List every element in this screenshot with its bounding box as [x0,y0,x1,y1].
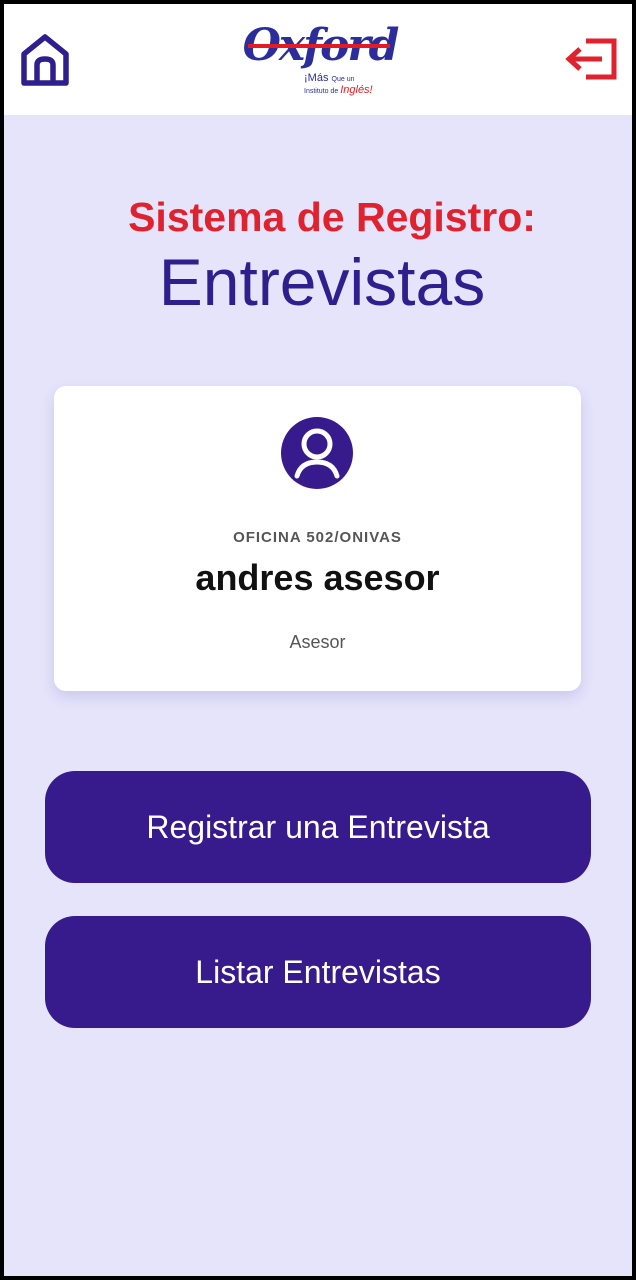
logo-stripe [248,44,390,48]
logout-icon [565,38,617,80]
home-button[interactable] [18,32,72,88]
app-screen: Oxford ¡Más Que un Instituto de Inglés! … [4,4,632,1276]
logo-tagline-bottom: Instituto de Inglés! [304,84,373,96]
profile-card: OFICINA 502/ONIVAS andres asesor Asesor [54,386,581,691]
office-label: OFICINA 502/ONIVAS [233,529,402,546]
oxford-logo: Oxford ¡Más Que un Instituto de Inglés! [242,22,400,102]
list-interviews-button[interactable]: Listar Entrevistas [45,916,591,1028]
user-avatar-icon [281,417,353,489]
app-header: Oxford ¡Más Que un Instituto de Inglés! [4,4,632,115]
logout-button[interactable] [564,36,620,82]
user-role: Asesor [289,632,346,652]
section-title: Entrevistas [158,245,486,319]
system-title: Sistema de Registro: [128,194,536,240]
user-name: andres asesor [195,557,440,598]
home-icon [21,34,69,86]
register-interview-button[interactable]: Registrar una Entrevista [45,771,591,883]
